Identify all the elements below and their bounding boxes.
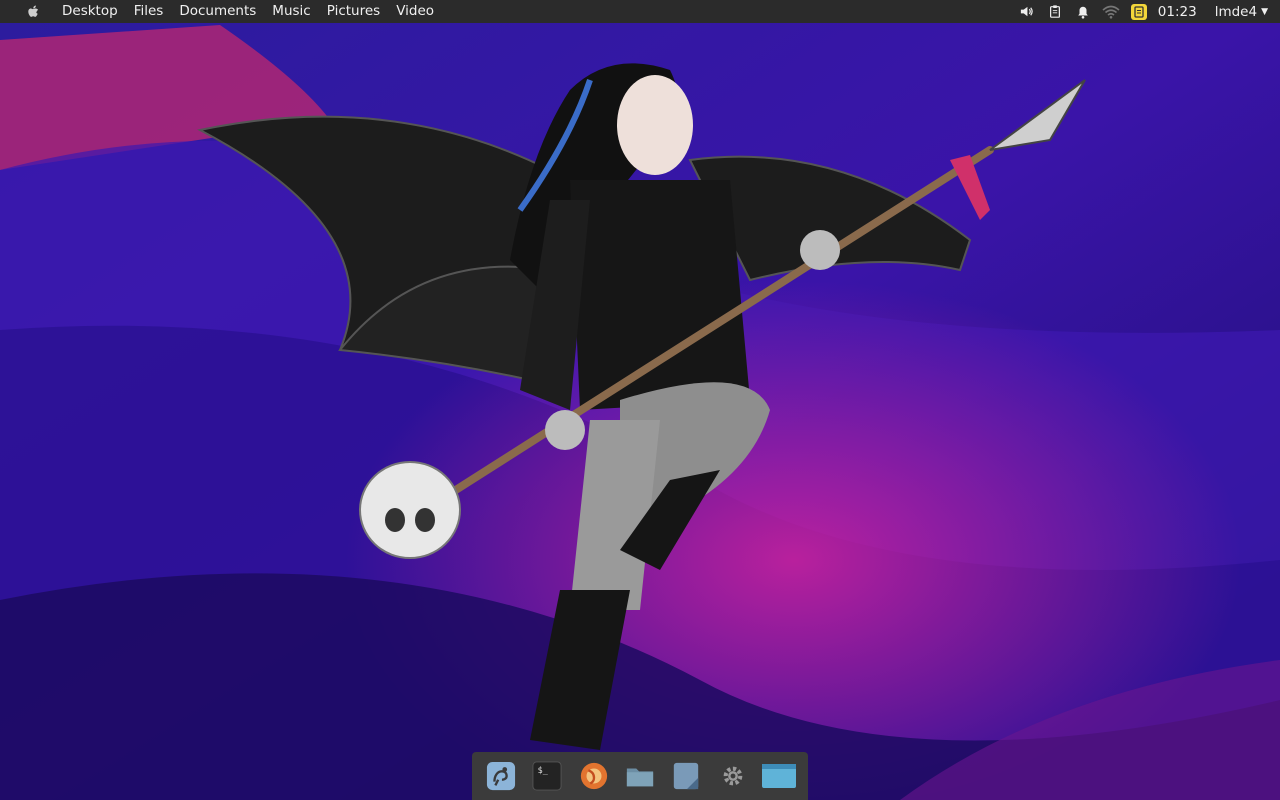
document-icon <box>674 762 699 790</box>
volume-icon[interactable] <box>1018 3 1036 21</box>
clipboard-icon[interactable] <box>1046 3 1064 21</box>
terminal-icon: $_ <box>532 761 562 791</box>
svg-text:$_: $_ <box>538 765 549 775</box>
dock-item-text-editor[interactable] <box>668 758 704 794</box>
menu-documents[interactable]: Documents <box>171 0 264 23</box>
user-name: lmde4 <box>1214 3 1258 20</box>
window-icon <box>761 764 796 788</box>
firefox-icon <box>580 762 607 790</box>
angel-character-illustration <box>197 63 1086 750</box>
dock: $_ <box>472 752 808 800</box>
menu-music[interactable]: Music <box>264 0 318 23</box>
chevron-down-icon: ▼ <box>1261 6 1268 17</box>
dock-item-terminal[interactable]: $_ <box>529 758 565 794</box>
menu-files[interactable]: Files <box>126 0 172 23</box>
menu-pictures[interactable]: Pictures <box>319 0 388 23</box>
note-icon[interactable] <box>1130 3 1148 21</box>
dock-item-gimp[interactable] <box>483 758 519 794</box>
apple-logo-icon[interactable] <box>27 4 43 20</box>
gear-icon <box>723 766 742 786</box>
bell-icon[interactable] <box>1074 3 1092 21</box>
top-panel: Desktop Files Documents Music Pictures V… <box>0 0 1280 23</box>
folder-icon <box>626 768 654 787</box>
dock-item-settings[interactable] <box>715 758 751 794</box>
menu-desktop[interactable]: Desktop <box>54 0 126 23</box>
gimp-icon <box>487 761 516 791</box>
dock-item-files[interactable] <box>622 758 658 794</box>
dock-item-firefox[interactable] <box>576 758 612 794</box>
dock-item-window[interactable] <box>761 758 797 794</box>
clock[interactable]: 01:23 <box>1158 4 1197 20</box>
user-menu[interactable]: lmde4 ▼ <box>1215 4 1268 20</box>
wifi-icon[interactable] <box>1102 3 1120 21</box>
menu-video[interactable]: Video <box>388 0 442 23</box>
